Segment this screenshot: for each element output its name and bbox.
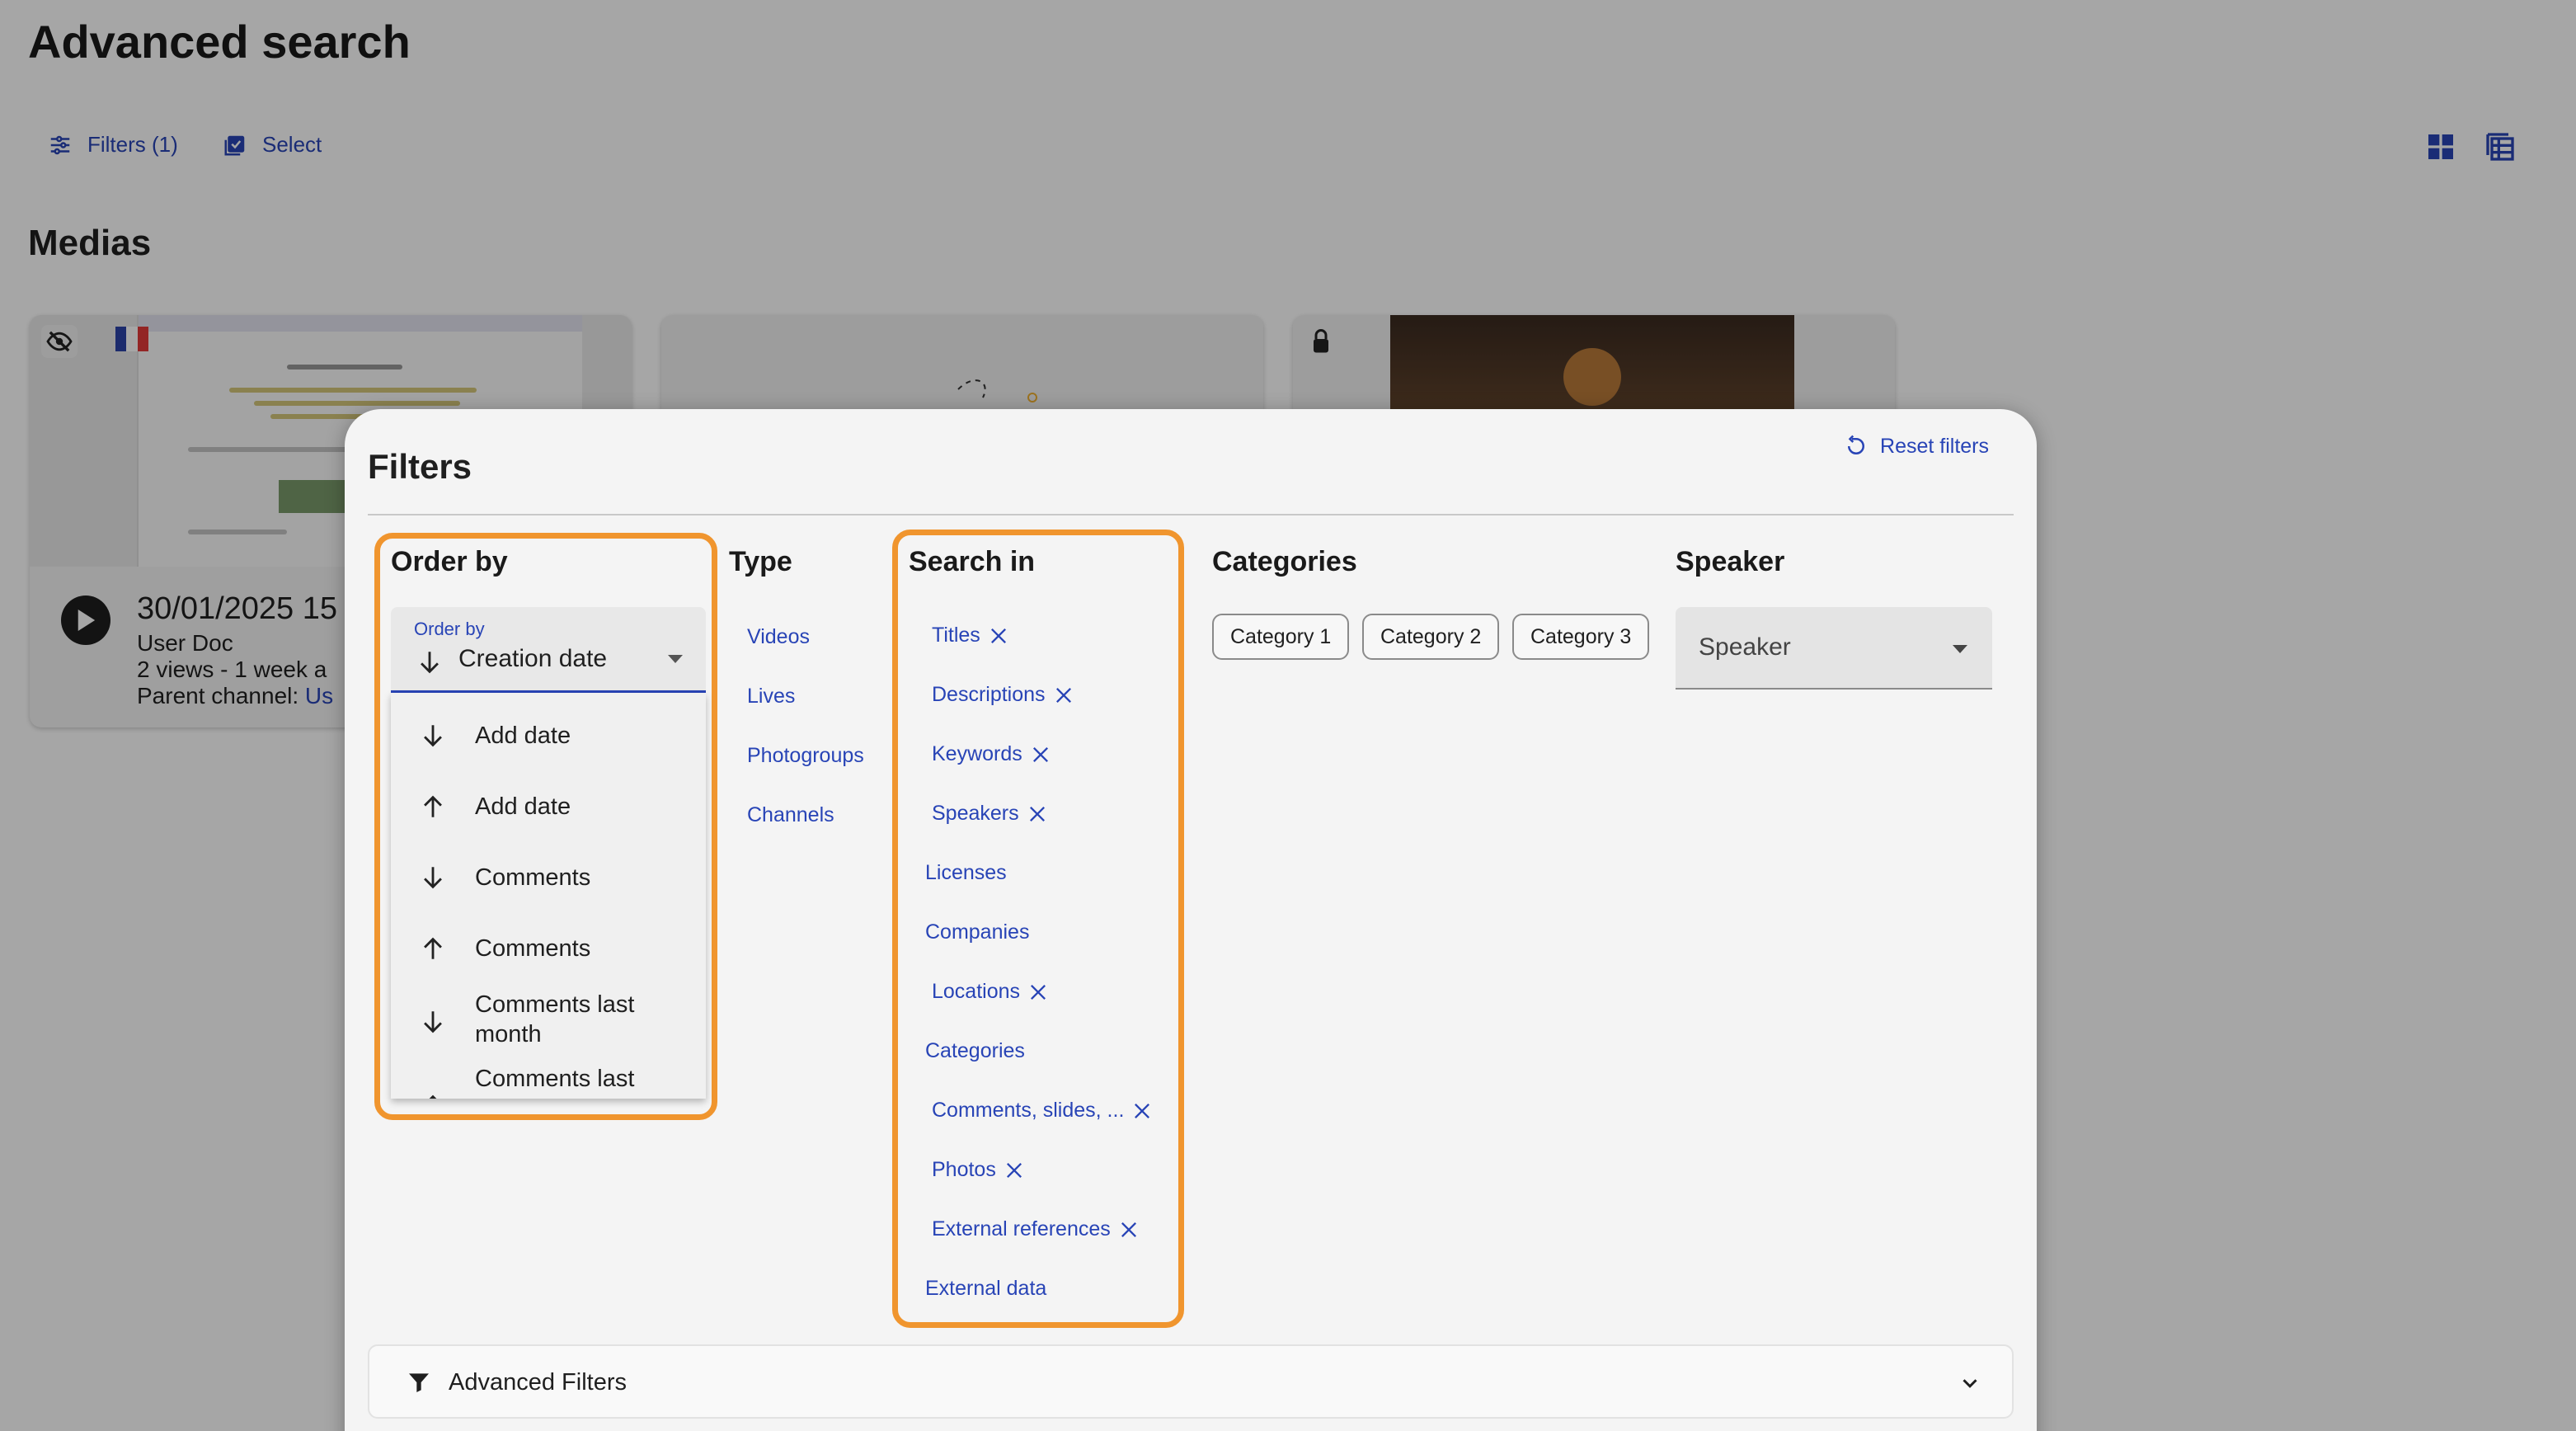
order-option-label: Comments: [475, 935, 591, 962]
categories-heading: Categories: [1212, 546, 1357, 577]
speaker-placeholder: Speaker: [1699, 633, 1791, 661]
order-option-label: Comments last month: [475, 991, 635, 1047]
search-in-label: Licenses: [925, 861, 1007, 884]
search-in-label: External references: [932, 1217, 1111, 1240]
type-option-channels[interactable]: Channels: [747, 803, 834, 827]
search-in-option-categories[interactable]: Categories: [925, 1039, 1025, 1063]
arrow-up-icon: [424, 937, 442, 959]
order-option[interactable]: Comments: [391, 851, 706, 904]
search-in-label: Keywords: [932, 742, 1022, 765]
search-in-label: Locations: [932, 980, 1021, 1003]
type-heading: Type: [729, 546, 792, 577]
search-in-option-photos[interactable]: Photos: [932, 1158, 1026, 1182]
speaker-select[interactable]: Speaker: [1676, 607, 1992, 690]
reset-filters-button[interactable]: Reset filters: [1844, 434, 1989, 459]
search-in-option-external-references[interactable]: External references: [932, 1217, 1140, 1241]
search-in-label: Comments, slides, ...: [932, 1099, 1125, 1122]
search-in-option-descriptions[interactable]: Descriptions: [932, 683, 1075, 707]
dropdown-caret-icon: [668, 655, 683, 663]
type-option-photogroups[interactable]: Photogroups: [747, 744, 864, 768]
search-in-label: Titles: [932, 624, 980, 647]
search-in-option-locations[interactable]: Locations: [932, 980, 1050, 1004]
close-icon[interactable]: [1117, 1218, 1140, 1241]
close-icon[interactable]: [1052, 684, 1075, 707]
filters-title: Filters: [368, 447, 472, 486]
chevron-down-icon: [1963, 1379, 1977, 1388]
category-chip-3[interactable]: Category 3: [1512, 614, 1650, 660]
order-by-heading: Order by: [391, 546, 508, 577]
order-option[interactable]: Comments last: [391, 1064, 706, 1099]
reset-icon: [1848, 435, 1864, 454]
arrow-up-icon: [424, 795, 442, 817]
type-option-videos[interactable]: Videos: [747, 625, 810, 649]
arrow-up-icon: [429, 1094, 437, 1099]
arrow-down-icon: [424, 867, 442, 889]
advanced-filters-label: Advanced Filters: [449, 1369, 627, 1396]
close-icon[interactable]: [1027, 981, 1050, 1004]
category-chip-1[interactable]: Category 1: [1212, 614, 1350, 660]
order-by-dropdown: Add date Add date Comments Comments Comm…: [391, 693, 706, 1099]
search-in-option-comments[interactable]: Comments, slides, ...: [932, 1099, 1154, 1123]
search-in-label: Categories: [925, 1039, 1025, 1062]
order-by-select[interactable]: Order by Creation date: [391, 607, 706, 693]
speaker-heading: Speaker: [1676, 546, 1785, 577]
arrow-down-icon: [424, 1011, 442, 1033]
arrow-down-icon: [424, 725, 442, 747]
order-option[interactable]: Comments last month: [391, 985, 706, 1059]
order-option[interactable]: Add date: [391, 780, 706, 833]
close-icon[interactable]: [987, 624, 1010, 647]
category-chip-2[interactable]: Category 2: [1362, 614, 1500, 660]
close-icon[interactable]: [1029, 743, 1052, 766]
search-in-label: Speakers: [932, 802, 1019, 825]
close-icon[interactable]: [1003, 1159, 1026, 1182]
filters-panel: Filters Reset filters Order by Order by …: [345, 409, 2037, 1431]
search-in-label: Descriptions: [932, 683, 1046, 706]
arrow-down-icon: [421, 652, 439, 674]
search-in-option-keywords[interactable]: Keywords: [932, 742, 1052, 766]
funnel-icon: [409, 1373, 429, 1392]
order-by-field-label: Order by: [414, 619, 485, 639]
header-divider: [368, 514, 2014, 515]
order-option-label: Add date: [475, 723, 571, 749]
search-in-heading: Search in: [909, 546, 1036, 577]
order-option[interactable]: Comments: [391, 922, 706, 975]
dropdown-caret-icon: [1953, 645, 1967, 653]
order-option-label: Comments: [475, 864, 591, 891]
order-option[interactable]: Add date: [391, 709, 706, 762]
search-in-option-titles[interactable]: Titles: [932, 624, 1010, 647]
order-by-selected: Creation date: [458, 645, 608, 672]
reset-filters-label: Reset filters: [1880, 434, 1989, 458]
search-in-option-speakers[interactable]: Speakers: [932, 802, 1049, 826]
search-in-option-licenses[interactable]: Licenses: [925, 861, 1007, 885]
order-option-label: Add date: [475, 793, 571, 820]
search-in-option-external-data[interactable]: External data: [925, 1277, 1046, 1301]
search-in-option-companies[interactable]: Companies: [925, 920, 1029, 944]
type-option-lives[interactable]: Lives: [747, 685, 795, 708]
advanced-filters-toggle[interactable]: Advanced Filters: [368, 1344, 2014, 1419]
close-icon[interactable]: [1026, 803, 1049, 826]
close-icon[interactable]: [1131, 1099, 1154, 1123]
search-in-label: Photos: [932, 1158, 996, 1181]
search-in-label: External data: [925, 1277, 1047, 1300]
search-in-label: Companies: [925, 920, 1030, 944]
order-option-label: Comments last: [475, 1066, 635, 1092]
